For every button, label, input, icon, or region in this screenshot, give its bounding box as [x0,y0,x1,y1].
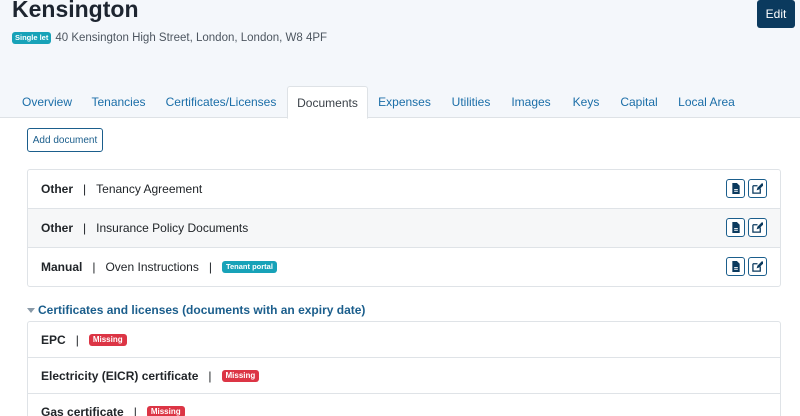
tab-tenancies[interactable]: Tenancies [82,86,155,118]
file-icon [731,183,740,194]
missing-badge: Missing [88,333,127,346]
tab-keys[interactable]: Keys [561,86,611,118]
certificate-name: Electricity (EICR) certificate [41,368,199,383]
missing-badge: Missing [146,405,185,416]
tab-certificates-licenses[interactable]: Certificates/Licenses [155,86,287,118]
document-type: Other [41,182,74,196]
certificate-name: EPC [41,332,66,347]
property-address-row: Single let 40 Kensington High Street, Lo… [12,32,327,44]
document-row: Other | Insurance Policy Documents [28,209,780,248]
document-type: Other [41,221,74,235]
property-header: Kensington Edit Single let 40 Kensington… [0,0,800,86]
edit-document-button[interactable] [748,257,767,276]
edit-document-button[interactable] [748,179,767,198]
edit-icon [752,183,763,194]
document-actions [726,257,767,276]
download-button[interactable] [726,179,745,198]
tenant-portal-badge: Tenant portal [221,261,277,273]
separator: | [83,182,87,196]
document-row: Other | Tenancy Agreement [28,170,780,209]
certificate-list: EPC | Missing Electricity (EICR) certifi… [27,321,781,416]
download-button[interactable] [726,218,745,237]
document-name: Tenancy Agreement [96,182,203,196]
tab-utilities[interactable]: Utilities [441,86,501,118]
edit-icon [752,261,763,272]
tab-capital[interactable]: Capital [611,86,667,118]
tab-overview[interactable]: Overview [12,86,82,118]
separator: | [83,221,87,235]
file-icon [731,261,740,272]
page-title: Kensington [12,0,139,22]
separator: | [208,260,212,274]
tab-local-area[interactable]: Local Area [667,86,746,118]
separator: | [208,368,212,383]
file-icon [731,222,740,233]
tab-bar: Overview Tenancies Certificates/Licenses… [0,86,800,119]
certificate-row: Electricity (EICR) certificate | Missing [28,358,780,394]
certificates-section-toggle[interactable]: Certificates and licenses (documents wit… [27,303,365,317]
property-address: 40 Kensington High Street, London, Londo… [55,32,328,44]
tab-expenses[interactable]: Expenses [368,86,441,118]
certificate-name: Gas certificate [41,404,124,416]
separator: | [133,404,137,416]
document-type: Manual [41,260,83,274]
separator: | [75,332,79,347]
document-actions [726,218,767,237]
document-list: Other | Tenancy Agreement Other | Insura… [27,169,781,287]
let-type-badge: Single let [12,32,52,44]
download-button[interactable] [726,257,745,276]
tab-documents[interactable]: Documents [287,86,368,119]
document-row: Manual | Oven Instructions | Tenant port… [28,248,780,286]
document-name: Insurance Policy Documents [96,221,249,235]
add-document-button[interactable]: Add document [27,128,103,152]
missing-badge: Missing [221,369,260,382]
document-actions [726,179,767,198]
edit-icon [752,222,763,233]
document-name: Oven Instructions [105,260,199,274]
certificate-row: EPC | Missing [28,322,780,358]
caret-down-icon [27,307,35,313]
edit-document-button[interactable] [748,218,767,237]
certificate-row: Gas certificate | Missing [28,394,780,416]
certificates-section-label: Certificates and licenses (documents wit… [38,303,366,317]
tab-images[interactable]: Images [501,86,561,118]
edit-button[interactable]: Edit [757,0,795,28]
separator: | [92,260,96,274]
